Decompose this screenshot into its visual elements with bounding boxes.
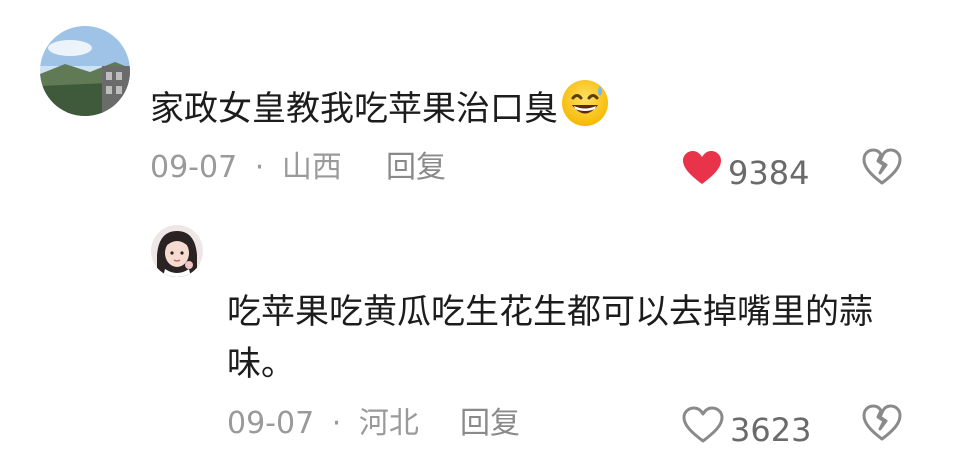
- like-button[interactable]: 3623: [682, 406, 811, 453]
- heart-filled-icon: [682, 150, 722, 195]
- comment-body: 吃苹果吃黄瓜吃生花生都可以去掉嘴里的蒜味。: [227, 292, 873, 384]
- broken-heart-icon[interactable]: [862, 148, 902, 195]
- avatar[interactable]: [151, 225, 203, 277]
- comment-text: 家政女皇教我吃苹果治口臭: [150, 89, 558, 129]
- comment-meta: 09-07 · 山西 回复 9384: [150, 148, 970, 191]
- comment-item: 家政女皇教我吃苹果治口臭 09-07 · 山西 回复 9384: [0, 0, 977, 200]
- comment-meta: 09-07 · 河北 回复 3623: [227, 404, 972, 448]
- meta-separator: ·: [331, 406, 342, 441]
- heart-outline-icon: [682, 406, 724, 453]
- like-count: 3623: [730, 410, 812, 449]
- comment-location: 山西: [281, 150, 342, 185]
- grinning-sweat-emoji-icon: [560, 78, 610, 143]
- avatar-image: [40, 26, 130, 116]
- like-count: 9384: [728, 153, 810, 192]
- comment-date: 09-07: [227, 406, 315, 441]
- comment-body: 家政女皇教我吃苹果治口臭: [150, 78, 910, 143]
- comment-date: 09-07: [150, 150, 238, 185]
- avatar[interactable]: [40, 26, 130, 116]
- broken-heart-icon[interactable]: [862, 404, 902, 451]
- comment-item: 吃苹果吃黄瓜吃生花生都可以去掉嘴里的蒜味。 09-07 · 河北 回复 3623: [0, 200, 977, 461]
- meta-separator: ·: [254, 150, 265, 185]
- comment-location: 河北: [358, 406, 419, 441]
- comment-thread: 家政女皇教我吃苹果治口臭 09-07 · 山西 回复 9384 吃苹果吃黄瓜吃生…: [0, 0, 977, 461]
- reply-button[interactable]: 回复: [460, 406, 520, 442]
- avatar-image: [151, 225, 203, 277]
- like-button[interactable]: 9384: [682, 150, 809, 195]
- reply-button[interactable]: 回复: [386, 150, 446, 186]
